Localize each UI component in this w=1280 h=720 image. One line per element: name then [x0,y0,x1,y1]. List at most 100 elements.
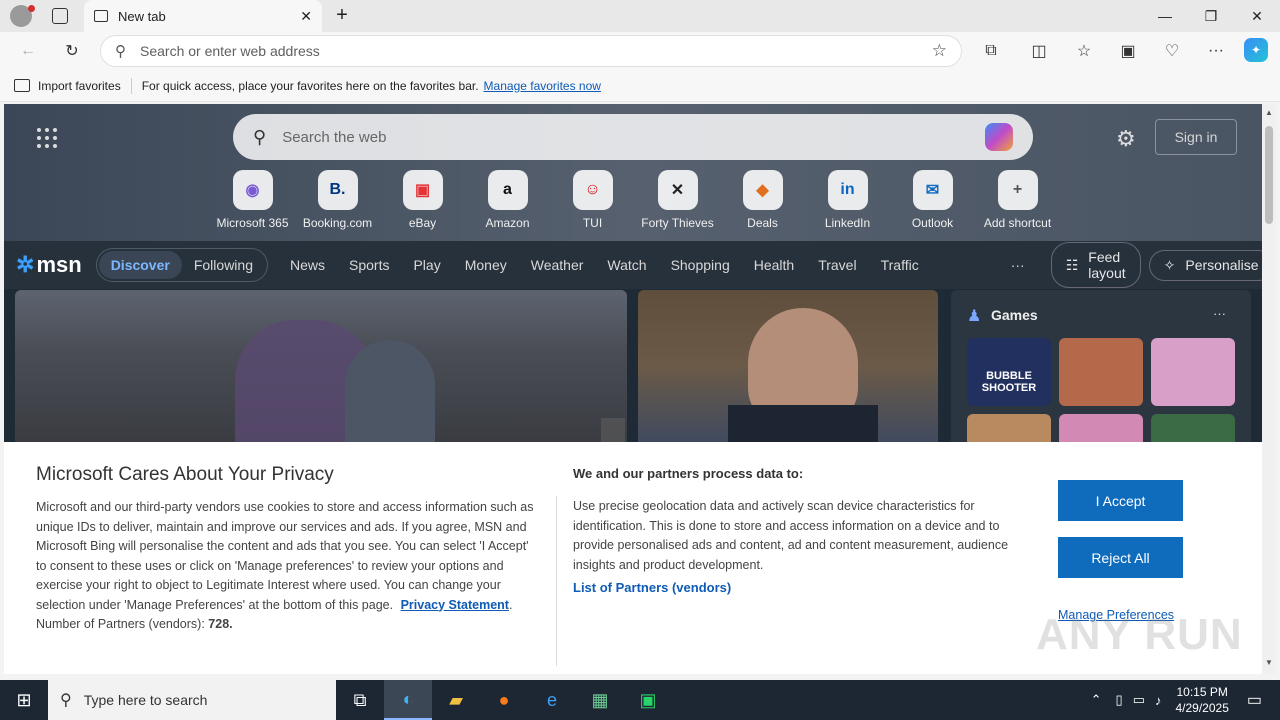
list-of-partners-link[interactable]: List of Partners (vendors) [573,580,731,595]
shortcut-8[interactable]: ✉ Outlook [890,170,975,230]
web-search-placeholder: Search the web [282,128,387,146]
nav-item-play[interactable]: Play [413,257,440,273]
personalise-button[interactable]: ✧ Personalise [1148,249,1262,281]
close-window-button[interactable]: ✕ [1234,0,1280,32]
apps-grid-icon[interactable] [37,128,57,148]
shortcut-0[interactable]: ◉ Microsoft 365 [210,170,295,230]
booking-icon: B. [317,170,358,210]
copilot-icon[interactable]: ✦ [1244,38,1268,62]
shortcut-6[interactable]: ◆ Deals [720,170,805,230]
green-app-icon[interactable]: ▣ [624,680,672,720]
shortcut-9[interactable]: + Add shortcut [975,170,1060,230]
shortcut-7[interactable]: in LinkedIn [805,170,890,230]
accept-button[interactable]: I Accept [1058,480,1183,521]
msn-logo[interactable]: ✲ msn [16,252,82,278]
app-window-icon[interactable]: ▦ [576,680,624,720]
volume-icon[interactable]: ♪ [1155,693,1162,708]
extensions-icon[interactable]: ⧉ [977,38,1005,64]
shortcut-2[interactable]: ▣ eBay [380,170,465,230]
start-button[interactable]: ⊞ [0,680,48,720]
nav-item-traffic[interactable]: Traffic [881,257,919,273]
nav-item-travel[interactable]: Travel [818,257,856,273]
device-icon[interactable]: ▯ [1116,692,1123,708]
favorites-bar: Import favorites For quick access, place… [0,70,1280,102]
firefox-icon[interactable]: ● [480,680,528,720]
system-tray: ⌃ ▯ ▭ ♪ 10:15 PM 4/29/2025 ▭ [1091,684,1280,716]
new-tab-button[interactable]: + [330,4,354,28]
manage-favorites-link[interactable]: Manage favorites now [484,79,601,93]
nav-item-watch[interactable]: Watch [607,257,646,273]
import-favorites-button[interactable]: Import favorites [38,79,121,93]
clock[interactable]: 10:15 PM 4/29/2025 [1175,684,1228,716]
tui-icon: ☺ [572,170,613,210]
close-tab-icon[interactable]: ✕ [300,8,312,25]
clock-time: 10:15 PM [1176,685,1228,699]
back-button[interactable]: ← [14,38,42,64]
microsoft-365-icon: ◉ [232,170,273,210]
file-explorer-icon[interactable]: ▰ [432,680,480,720]
nav-item-news[interactable]: News [290,257,325,273]
games-more-button[interactable]: ··· [1213,306,1226,321]
privacy-statement-link[interactable]: Privacy Statement [401,598,509,612]
settings-gear-icon[interactable]: ⚙ [1116,126,1136,152]
scroll-down-arrow[interactable]: ▼ [1265,658,1273,667]
linkedin-icon: in [827,170,868,210]
split-screen-icon[interactable]: ◫ [1025,38,1053,64]
import-favorites-icon[interactable] [14,79,30,92]
favorites-icon[interactable]: ☆ [1070,38,1098,64]
data-uses-title: We and our partners process data to: [573,466,804,481]
shortcut-1[interactable]: B. Booking.com [295,170,380,230]
sign-in-button[interactable]: Sign in [1155,119,1237,155]
game-tile-bubble-shooter[interactable]: BUBBLE SHOOTER [967,338,1051,406]
carousel-next-button[interactable] [601,418,625,442]
restore-button[interactable]: ❐ [1188,0,1234,32]
favorite-star-icon[interactable]: ☆ [932,41,947,61]
tab-new-tab[interactable]: New tab ✕ [84,0,322,32]
copilot-search-icon[interactable] [985,123,1013,151]
task-view-icon[interactable]: ⧉ [336,680,384,720]
games-widget: ♟ Games ··· BUBBLE SHOOTER [951,290,1251,482]
nav-item-weather[interactable]: Weather [531,257,584,273]
nav-item-health[interactable]: Health [754,257,794,273]
chevron-up-icon[interactable]: ⌃ [1091,692,1102,708]
nav-item-money[interactable]: Money [465,257,507,273]
shortcut-5[interactable]: ✕ Forty Thieves [635,170,720,230]
reject-all-button[interactable]: Reject All [1058,537,1183,578]
nav-item-shopping[interactable]: Shopping [671,257,730,273]
more-categories-button[interactable]: ··· [1011,257,1025,273]
feed-layout-button[interactable]: ☷ Feed layout [1050,242,1141,288]
tab-discover[interactable]: Discover [98,251,182,279]
edge-taskbar-icon[interactable]: ◐ [384,680,432,720]
msn-logo-text: msn [36,252,82,277]
shortcut-3[interactable]: a Amazon [465,170,550,230]
tab-actions-icon[interactable] [52,8,68,24]
game-tile-2[interactable] [1059,338,1143,406]
category-nav: News Sports Play Money Weather Watch Shopping H… [290,257,943,273]
browser-toolbar: ← ↻ ⚲ Search or enter web address ☆ ⧉ ◫ … [0,32,1280,70]
settings-more-icon[interactable]: ··· [1202,38,1230,64]
news-card-tennis[interactable] [15,290,627,442]
taskbar-search-box[interactable]: ⚲ Type here to search [48,680,336,720]
page-scrollbar[interactable]: ▲ ▼ [1262,104,1276,674]
hero-area: ⚲ Search the web ⚙ Sign in ◉ Microsoft 36… [4,104,1262,241]
collections-icon[interactable]: ▣ [1114,38,1142,64]
address-bar[interactable]: ⚲ Search or enter web address ☆ [100,35,962,67]
notifications-icon[interactable]: ▭ [1247,690,1262,710]
web-search-box[interactable]: ⚲ Search the web [233,114,1033,160]
shortcut-4[interactable]: ☺ TUI [550,170,635,230]
internet-explorer-icon[interactable]: e [528,680,576,720]
game-tile-3[interactable] [1151,338,1235,406]
games-title: Games [991,307,1038,323]
shortcut-label: Deals [747,216,778,230]
network-icon[interactable]: ▭ [1133,692,1145,708]
minimize-button[interactable]: — [1142,0,1188,32]
new-tab-page-icon [94,10,108,22]
refresh-button[interactable]: ↻ [58,38,86,64]
news-card-portrait[interactable] [638,290,938,442]
scroll-up-arrow[interactable]: ▲ [1265,108,1273,117]
scroll-thumb[interactable] [1265,126,1273,224]
nav-item-sports[interactable]: Sports [349,257,389,273]
browser-essentials-icon[interactable]: ♡ [1158,38,1186,64]
shortcut-label: Amazon [485,216,530,230]
tab-following[interactable]: Following [182,251,265,279]
